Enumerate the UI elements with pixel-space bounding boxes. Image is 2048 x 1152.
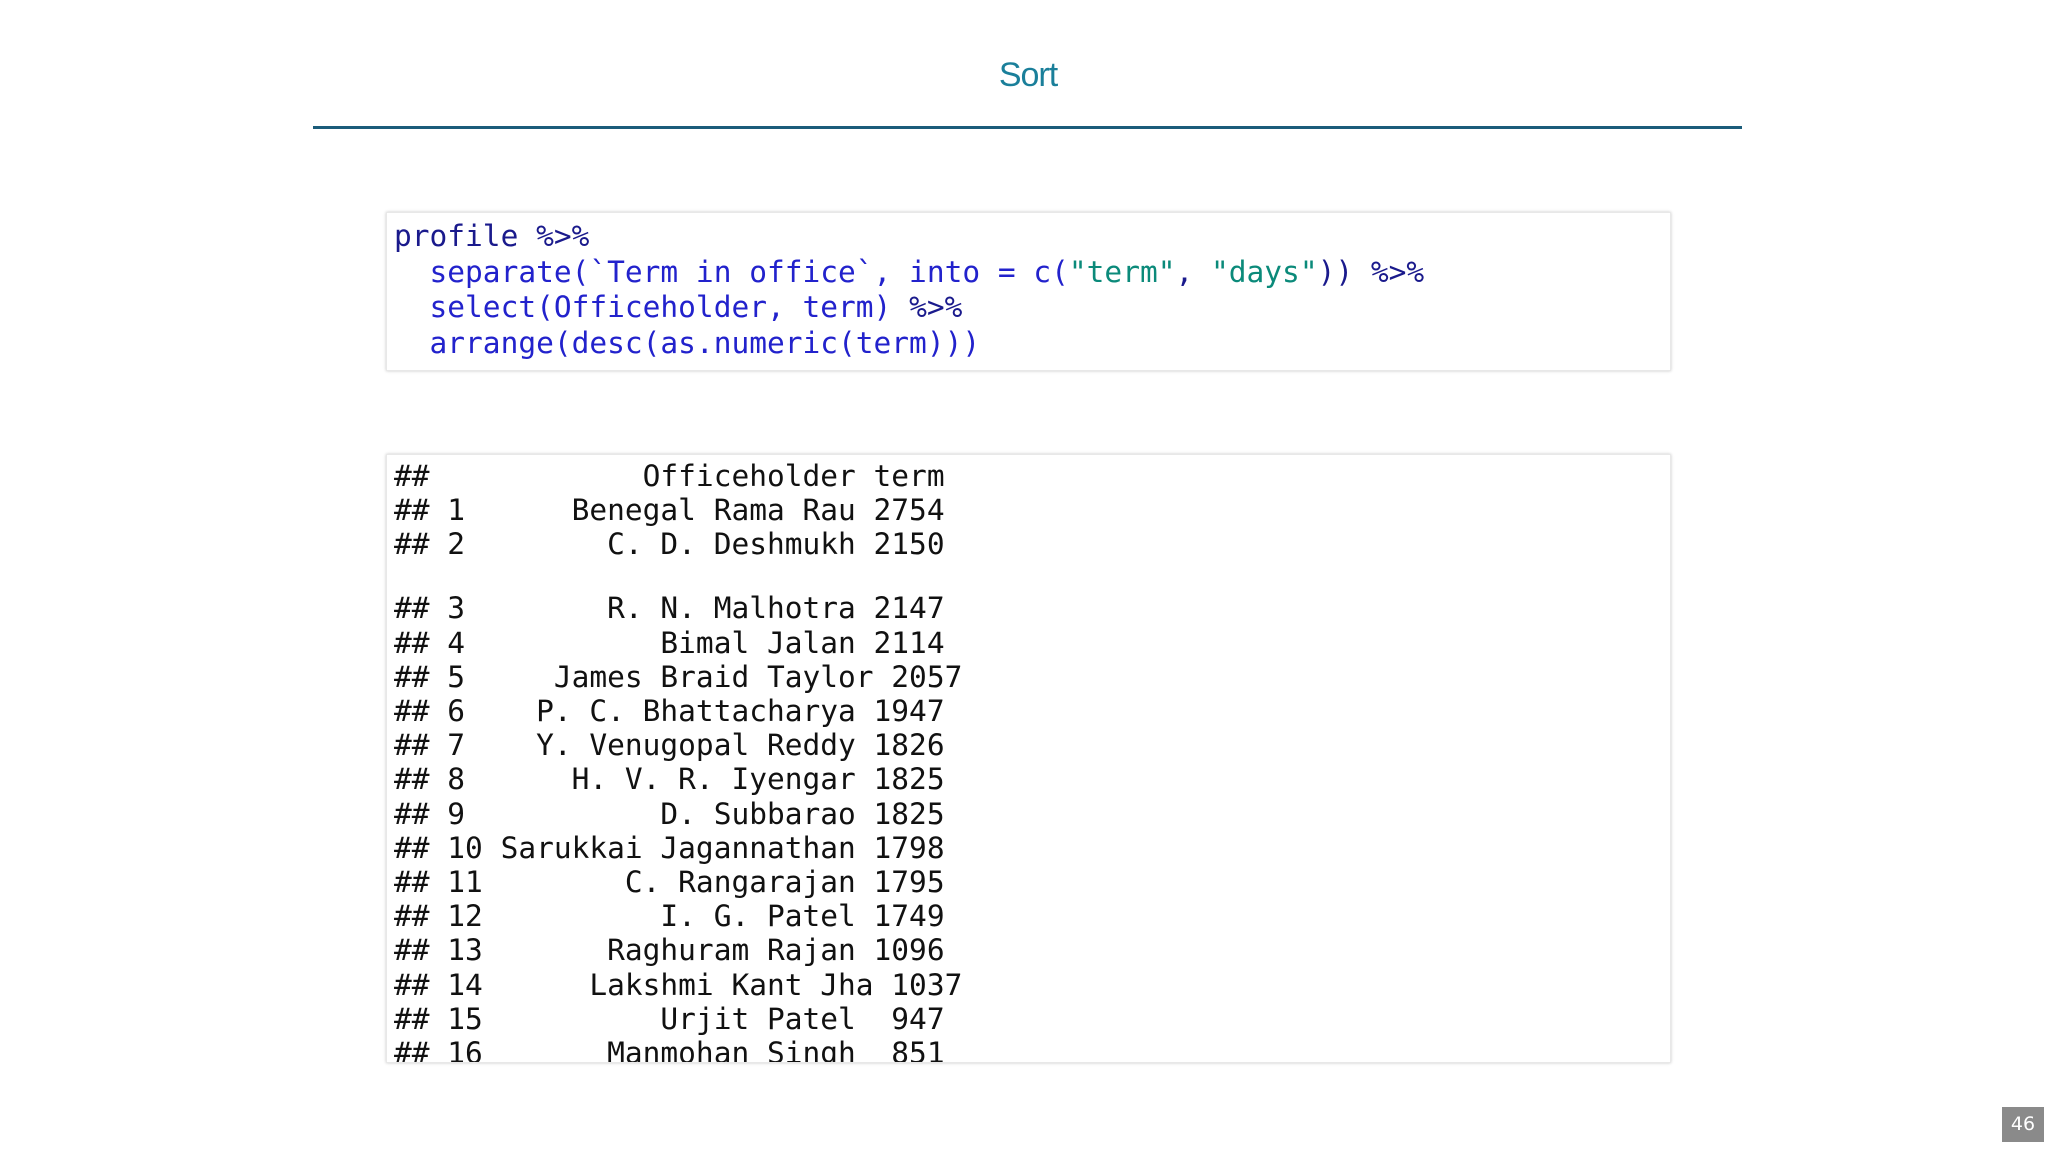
output-block: ## Officeholder term ## 1 Benegal Rama Ra… — [386, 454, 1671, 1063]
title-divider — [313, 126, 1742, 129]
code-token: separate(`Term in office`, into = c( — [394, 254, 1069, 289]
output-row: ## 14 Lakshmi Kant Jha 1037 — [394, 967, 963, 1002]
output-row: ## 5 James Braid Taylor 2057 — [394, 659, 963, 694]
code-block: profile %>% separate(`Term in office`, i… — [386, 212, 1671, 371]
code-token: select(Officeholder, term) — [394, 290, 910, 325]
slide: Sort profile %>% separate(`Term in offic… — [0, 0, 2048, 1152]
output-row: ## 12 I. G. Patel 1749 — [394, 899, 945, 934]
code-token: arrange(desc(as.numeric(term))) — [394, 326, 981, 361]
output-row: ## 3 R. N. Malhotra 2147 — [394, 591, 945, 626]
output-row: ## 8 H. V. R. Iyengar 1825 — [394, 762, 945, 797]
output-row: ## 16 Manmohan Singh 851 — [394, 1036, 945, 1063]
output-header-row: ## Officeholder term — [394, 459, 945, 493]
code-line: arrange(desc(as.numeric(term))) — [394, 326, 1424, 362]
code-lines: profile %>% separate(`Term in office`, i… — [394, 219, 1424, 362]
code-token: "term" — [1068, 254, 1176, 289]
code-token: , — [1175, 254, 1212, 289]
output-row: ## 4 Bimal Jalan 2114 — [394, 625, 945, 660]
slide-title: Sort — [998, 56, 1058, 94]
output-row: ## 1 Benegal Rama Rau 2754 — [394, 493, 945, 528]
output-row: ## 6 P. C. Bhattacharya 1947 — [394, 694, 945, 728]
code-token: )) — [1317, 254, 1371, 289]
code-line: separate(`Term in office`, into = c("ter… — [394, 254, 1425, 291]
code-token: %>% — [536, 219, 590, 253]
output-row: ## 13 Raghuram Rajan 1096 — [394, 933, 945, 968]
output-row: ## 2 C. D. Deshmukh 2150 — [394, 527, 945, 562]
code-token: "days" — [1211, 254, 1318, 289]
code-token: profile — [394, 219, 537, 253]
code-line: profile %>% — [394, 219, 1424, 255]
output-row: ## 10 Sarukkai Jagannathan 1798 — [394, 830, 945, 865]
output-row: ## 7 Y. Venugopal Reddy 1826 — [394, 728, 945, 763]
output-row: ## 9 D. Subbarao 1825 — [394, 796, 945, 831]
output-row: ## 15 Urjit Patel 947 — [394, 1001, 945, 1036]
page-number: 46 — [2002, 1107, 2044, 1142]
code-line: select(Officeholder, term) %>% — [394, 290, 1424, 326]
code-token: %>% — [909, 290, 963, 325]
code-token: %>% — [1370, 254, 1425, 289]
output-row: ## 11 C. Rangarajan 1795 — [394, 865, 945, 899]
